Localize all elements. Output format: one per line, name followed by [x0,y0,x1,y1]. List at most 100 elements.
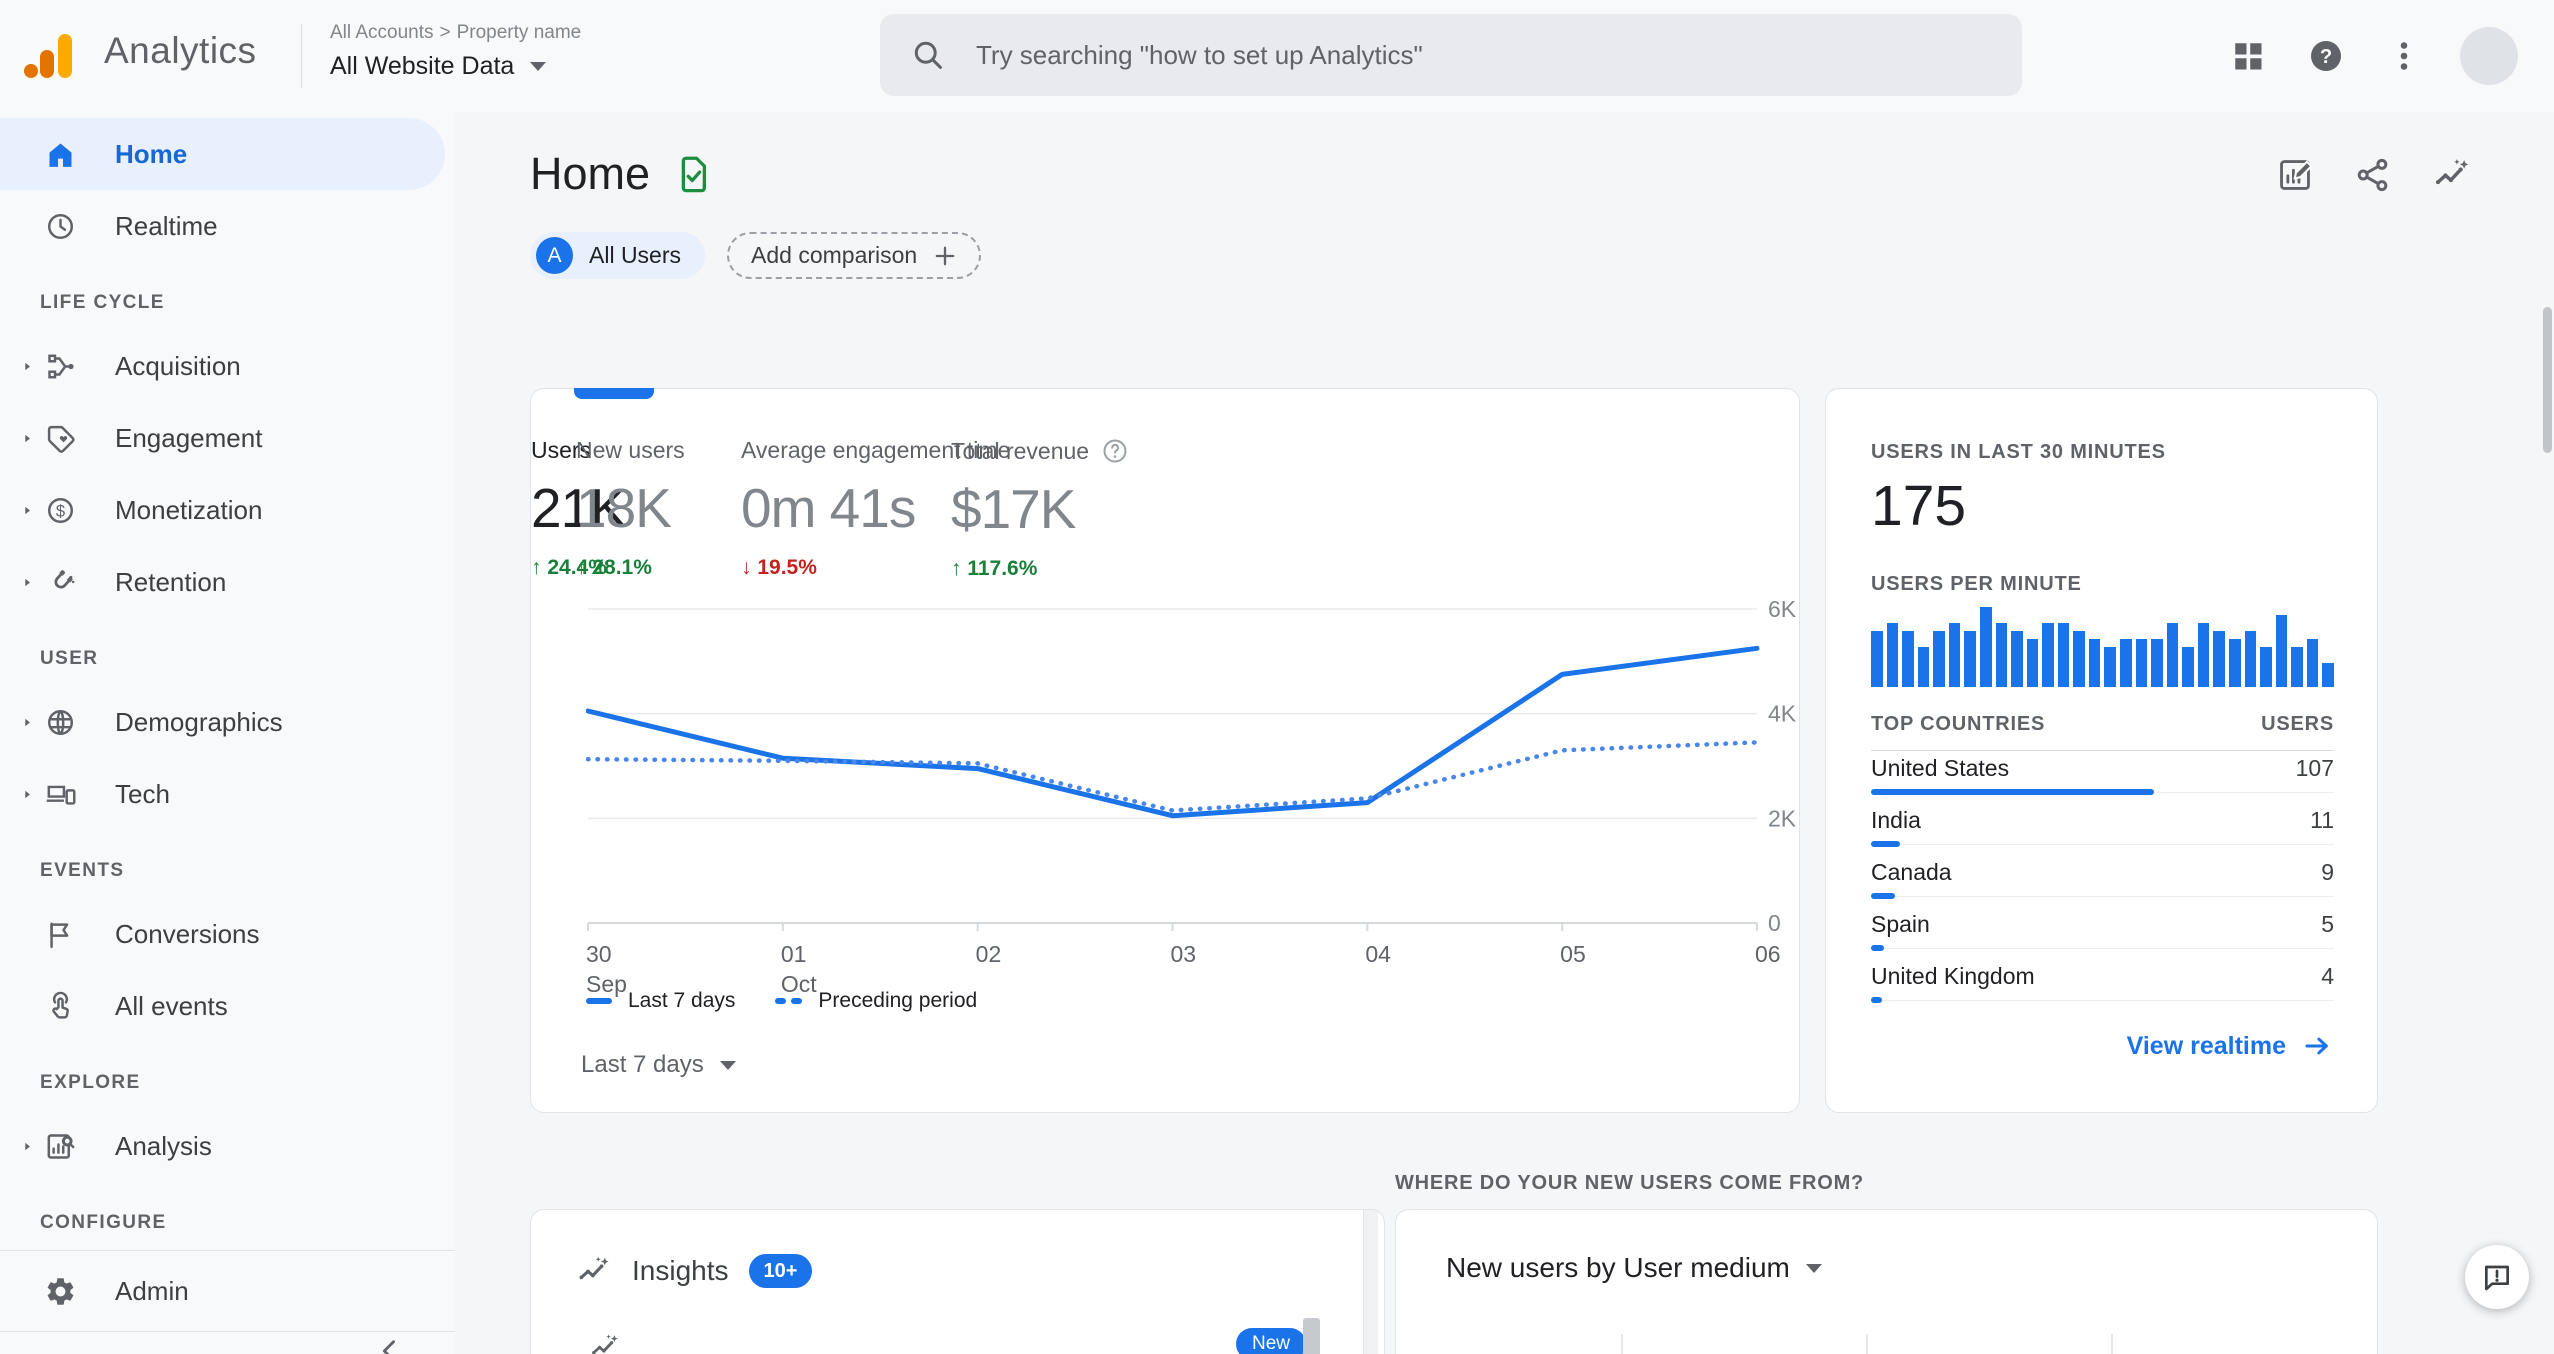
svg-text:4K: 4K [1768,701,1796,727]
minute-bar [1995,623,2008,687]
sidebar-item-engagement[interactable]: Engagement [0,402,455,474]
search-input[interactable] [976,39,1992,71]
minute-bar [2026,639,2039,687]
date-range-label: Last 7 days [581,1051,704,1078]
medium-card-title-dropdown[interactable]: New users by User medium [1446,1252,1822,1284]
avatar[interactable] [2460,27,2518,85]
expand-caret-icon[interactable] [14,787,40,802]
divider [0,1250,455,1251]
country-bar-fill [1871,789,2154,795]
doc-check-icon[interactable] [672,153,714,195]
feedback-chat-button[interactable] [2465,1245,2529,1309]
legend-entry: Last 7 days [586,989,735,1013]
sidebar-item-demographics[interactable]: Demographics [0,686,455,758]
logo-dot [24,64,38,78]
property-selector[interactable]: All Website Data [330,52,547,81]
expand-caret-icon[interactable] [14,359,40,374]
sidebar-item-label: Monetization [115,494,263,525]
page-actions [2236,156,2470,194]
all-users-pill[interactable]: A All Users [530,232,706,279]
add-comparison-button[interactable]: Add comparison [727,232,982,279]
customize-report-icon[interactable] [2276,156,2314,194]
sidebar-item-admin[interactable]: Admin [0,1255,455,1327]
sidebar-item-realtime[interactable]: Realtime [0,190,455,262]
country-row[interactable]: Canada 9 [1871,851,2334,903]
country-row[interactable]: United Kingdom 4 [1871,955,2334,1007]
svg-text:02: 02 [976,941,1002,967]
svg-text:03: 03 [1171,941,1197,967]
minute-bar [2011,631,2023,687]
minute-bar [2244,631,2257,687]
card-tab-indicator[interactable] [574,388,654,399]
expand-caret-icon[interactable] [14,575,40,590]
breadcrumb-property[interactable]: Property name [457,22,582,43]
top-countries-header: TOP COUNTRIES [1871,713,2046,735]
sidebar-item-all-events[interactable]: All events [0,970,455,1042]
view-realtime-label: View realtime [2126,1031,2286,1060]
date-range-selector[interactable]: Last 7 days [581,1051,736,1079]
chart-legend: Last 7 days Preceding period [586,989,1017,1013]
metric-new-users[interactable]: New users 18K ↑ 28.1% [576,437,685,580]
sidebar-item-monetization[interactable]: $ Monetization [0,474,455,546]
country-bar-track [1871,1000,2334,1001]
insights-count-badge[interactable]: 10+ [748,1254,813,1288]
minute-bar [1886,623,1899,687]
more-vert-icon[interactable] [2386,38,2422,74]
minute-bar [2073,631,2085,687]
country-bar-fill [1871,945,1885,951]
insights-icon[interactable] [2432,156,2470,194]
sidebar-item-conversions[interactable]: Conversions [0,898,455,970]
minute-bar [2306,639,2319,687]
audience-badge: A [536,237,573,274]
collapse-sidebar-icon[interactable] [373,1334,407,1354]
sidebar-item-analysis[interactable]: Analysis [0,1110,455,1182]
chart-gridline [2111,1334,2113,1354]
insights-scrollbar[interactable] [1363,1210,1378,1354]
country-row[interactable]: Spain 5 [1871,903,2334,955]
breadcrumb[interactable]: All Accounts > Property name [330,22,587,44]
metric-total-revenue[interactable]: Total revenue $17K ↑ 117.6% [951,437,1129,581]
apps-grid-icon[interactable] [2230,38,2266,74]
help-outline-icon[interactable] [1101,437,1129,465]
insights-spark-icon [576,1254,610,1288]
expand-caret-icon[interactable] [14,431,40,446]
page-scrollbar-thumb[interactable] [2543,307,2552,453]
metric-value: $17K [951,478,1076,540]
demographics-icon [44,706,77,739]
sidebar-item-acquisition[interactable]: Acquisition [0,330,455,402]
view-realtime-link[interactable]: View realtime [2127,1031,2332,1061]
breadcrumb-account[interactable]: All Accounts [330,22,434,43]
all-events-icon [44,990,77,1023]
logo-bar [58,34,72,78]
engagement-icon [44,422,77,455]
help-icon[interactable]: ? [2308,38,2344,74]
realtime-card: USERS IN LAST 30 MINUTES 175 USERS PER M… [1825,388,2378,1113]
analytics-logo-icon[interactable] [22,26,82,86]
new-users-medium-card: New users by User medium [1395,1209,2378,1354]
conversions-icon [44,918,77,951]
sidebar-item-retention[interactable]: Retention [0,546,455,618]
home-icon [44,138,77,171]
new-users-heading: WHERE DO YOUR NEW USERS COME FROM? [1395,1172,1865,1194]
legend-entry: Preceding period [775,989,977,1013]
sidebar-item-label: Conversions [115,918,260,949]
sidebar-item-tech[interactable]: Tech [0,758,455,830]
expand-caret-icon[interactable] [14,715,40,730]
country-row[interactable]: India 11 [1871,799,2334,851]
chart-gridline [1621,1334,1623,1354]
country-row[interactable]: United States 107 [1871,747,2334,799]
minute-bar [1979,607,1992,687]
search-icon [910,37,946,73]
expand-caret-icon[interactable] [14,503,40,518]
top-bar: Analytics All Accounts > Property name All… [0,0,2554,112]
sidebar-section-label: EXPLORE [40,1072,141,1093]
users-per-minute-chart [1871,607,2334,687]
search-bar[interactable] [880,14,2022,96]
country-name: India [1871,807,1921,833]
expand-caret-icon[interactable] [14,1139,40,1154]
minute-bar [2197,623,2210,687]
sidebar-item-label: Admin [115,1275,189,1306]
share-icon[interactable] [2354,156,2392,194]
sidebar-item-home[interactable]: Home [0,118,445,190]
country-users: 4 [2321,963,2334,989]
